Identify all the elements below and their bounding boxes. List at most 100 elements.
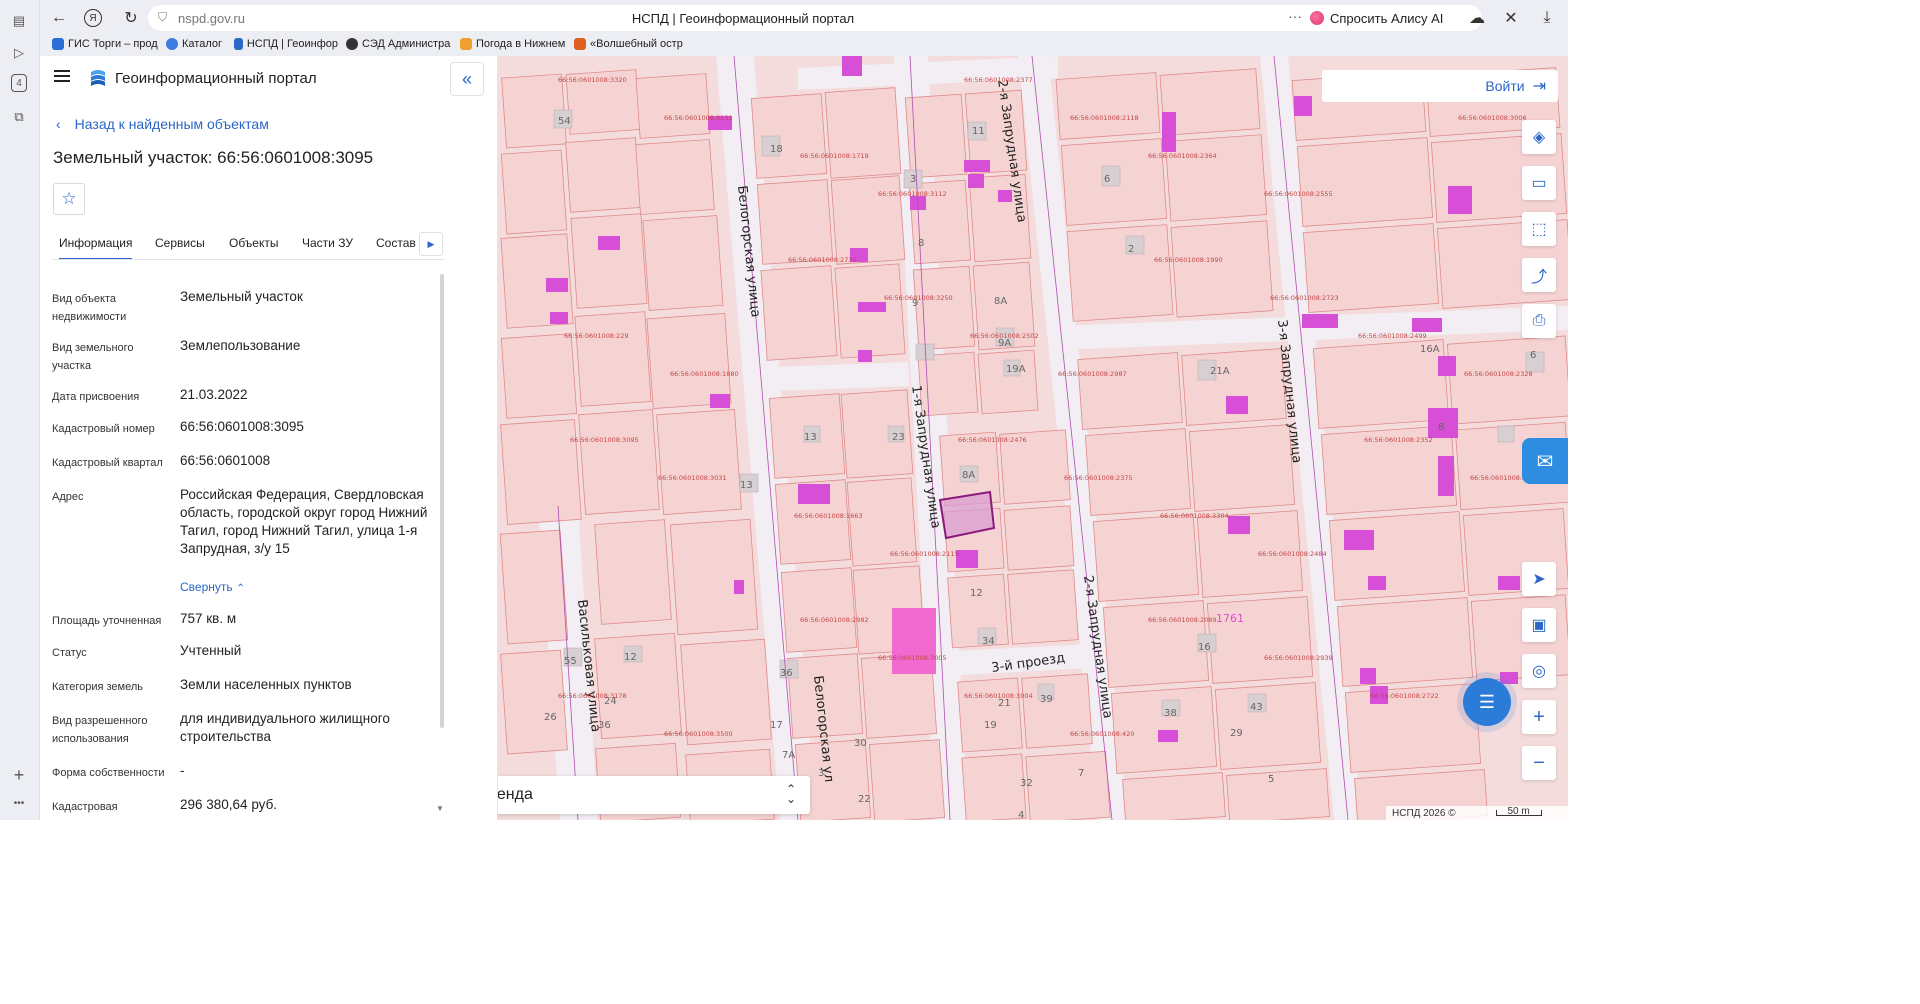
login-button[interactable]: Войти ⇥ bbox=[1322, 70, 1558, 102]
favorite-button[interactable]: ☆ bbox=[53, 183, 85, 215]
assistant-badge-icon[interactable]: ✉ bbox=[1522, 438, 1568, 484]
back-arrow-icon[interactable]: ← bbox=[48, 7, 70, 29]
property-value: Учтенный bbox=[180, 643, 242, 658]
property-key: Дата присвоения bbox=[52, 391, 140, 403]
property-value: - bbox=[180, 763, 185, 778]
ruler-icon[interactable]: ▭ bbox=[1522, 166, 1556, 200]
tab-counter[interactable]: 4 bbox=[11, 74, 27, 92]
back-link[interactable]: ‹ Назад к найденным объектам bbox=[56, 116, 269, 132]
house-number: 6 bbox=[1104, 174, 1110, 185]
tab-objects[interactable]: Объекты bbox=[229, 236, 279, 250]
chevron-left-icon: ‹ bbox=[56, 116, 61, 132]
house-number: 18 bbox=[770, 144, 783, 155]
print-icon[interactable]: ⎙ bbox=[1522, 304, 1556, 338]
double-chevron-left-icon: « bbox=[461, 68, 472, 89]
reload-icon[interactable]: ↻ bbox=[120, 7, 142, 29]
more-icon[interactable]: ••• bbox=[8, 792, 30, 814]
bookmark-item[interactable]: «Волшебный остр bbox=[574, 38, 690, 50]
bookmark-item[interactable]: СЭД Администра bbox=[346, 38, 452, 50]
back-label: Назад к найденным объектам bbox=[74, 116, 269, 132]
house-number: 12 bbox=[624, 652, 637, 663]
tab-composition[interactable]: Состав bbox=[376, 236, 416, 250]
house-number: 8 bbox=[1438, 422, 1444, 433]
bookmark-item[interactable]: Каталог bbox=[166, 38, 230, 50]
scroll-down-icon[interactable]: ▼ bbox=[436, 804, 444, 813]
tab-info[interactable]: Информация bbox=[59, 236, 133, 259]
house-number: 36 bbox=[598, 720, 611, 731]
tabs-next-button[interactable]: ▶ bbox=[419, 232, 443, 256]
bookmark-item[interactable]: ГИС Торги – прод bbox=[52, 38, 160, 50]
extension-icon[interactable]: ✕ bbox=[1500, 7, 1522, 29]
login-icon: ⇥ bbox=[1532, 78, 1546, 95]
tab-parts[interactable]: Части ЗУ bbox=[302, 236, 353, 250]
alice-button[interactable]: Спросить Алису AI bbox=[1302, 5, 1482, 31]
parcel-label: 66:56:0601008:420 bbox=[1070, 730, 1134, 738]
property-key: Статус bbox=[52, 647, 87, 659]
house-number: 13 bbox=[804, 432, 817, 443]
house-number: 8 bbox=[918, 238, 924, 249]
bookmark-item[interactable]: НСПД | Геоинфор bbox=[234, 38, 338, 50]
parcel-label: 66:56:0601008:1719 bbox=[800, 152, 869, 160]
download-icon[interactable]: ⤓ bbox=[1536, 7, 1558, 29]
parcel-label: 66:56:0601008:2089 bbox=[1148, 616, 1217, 624]
screenshot-icon[interactable]: ⧉ bbox=[8, 106, 30, 128]
layers-icon[interactable]: ◈ bbox=[1522, 120, 1556, 154]
bookmark-favicon bbox=[574, 38, 586, 50]
map-canvas[interactable]: Белогорская улица 1-я Запрудная улица 2-… bbox=[498, 56, 1568, 820]
parcel-label: 66:56:0601008:229 bbox=[564, 332, 628, 340]
chat-button[interactable]: ☰ bbox=[1452, 672, 1522, 732]
parcel-label: 66:56:0601008:3006 bbox=[1458, 114, 1527, 122]
portal-title: Геоинформационный портал bbox=[115, 70, 317, 87]
parcel-label: 66:56:0601008:2476 bbox=[958, 436, 1027, 444]
parcel-label: 66:56:0601008:2118 bbox=[1070, 114, 1139, 122]
panel-scrollbar[interactable] bbox=[440, 274, 444, 728]
parcel-label: 66:56:0601008:2375 bbox=[1064, 474, 1133, 482]
share-icon[interactable]: ⤴ bbox=[1522, 258, 1556, 292]
tabs-icon[interactable]: ▤ bbox=[8, 10, 30, 32]
collapse-panel-button[interactable]: « bbox=[450, 62, 484, 96]
parcel-label: 66:56:0601008:2377 bbox=[964, 76, 1033, 84]
add-icon[interactable]: + bbox=[8, 764, 30, 786]
house-number: 17 bbox=[770, 720, 783, 731]
collapse-link[interactable]: Свернуть ⌃ bbox=[180, 578, 430, 598]
house-number: 2 bbox=[1128, 244, 1134, 255]
house-number: 39 bbox=[1040, 694, 1053, 705]
play-icon[interactable]: ▷ bbox=[8, 42, 30, 64]
select-area-icon[interactable]: ⬚ bbox=[1522, 212, 1556, 246]
scale-bar: 50 m bbox=[1495, 807, 1542, 817]
parcel-label: 66:56:0601008:2723 bbox=[1270, 294, 1339, 302]
property-key: Кадастровая стоимость bbox=[52, 801, 118, 820]
property-key: Вид земельного участка bbox=[52, 342, 134, 372]
menu-icon[interactable] bbox=[54, 70, 70, 84]
house-number: 26 bbox=[544, 712, 557, 723]
parcel-label: 66:56:0601008:1990 bbox=[1154, 256, 1223, 264]
navigate-icon[interactable]: ➤ bbox=[1522, 562, 1556, 596]
star-icon: ☆ bbox=[61, 189, 77, 208]
house-number: 55 bbox=[564, 656, 577, 667]
property-value: 757 кв. м bbox=[180, 611, 237, 626]
expand-icon: ⌃ ⌄ bbox=[785, 782, 796, 806]
parcel-label: 66:56:0601008:2555 bbox=[1264, 190, 1333, 198]
locate-icon[interactable]: ◎ bbox=[1522, 654, 1556, 688]
house-number: 38 bbox=[1164, 708, 1177, 719]
object-tabs: Информация Сервисы Объекты Части ЗУ Сост… bbox=[53, 230, 445, 260]
yandex-icon[interactable]: Я bbox=[84, 9, 102, 27]
parcel-label: 66:56:0601008:2499 bbox=[1358, 332, 1427, 340]
legend-panel[interactable]: Легенда ⌃ ⌄ bbox=[458, 776, 810, 814]
zoom-in-button[interactable]: + bbox=[1522, 700, 1556, 734]
house-number: 23 bbox=[892, 432, 905, 443]
address-bar[interactable]: ⛉ nspd.gov.ru НСПД | Геоинформационный п… bbox=[148, 5, 1338, 31]
parcel-label: 66:56:0601008:3031 bbox=[658, 474, 727, 482]
bookmark-item[interactable]: Погода в Нижнем bbox=[460, 38, 566, 50]
property-key: Категория земель bbox=[52, 681, 143, 693]
zoom-out-button[interactable]: − bbox=[1522, 746, 1556, 780]
house-number: 6 bbox=[1530, 350, 1536, 361]
house-number: 22 bbox=[858, 794, 871, 805]
tab-services[interactable]: Сервисы bbox=[155, 236, 205, 250]
more-icon[interactable]: ··· bbox=[1288, 8, 1302, 24]
property-value: 66:56:0601008 bbox=[180, 453, 271, 468]
parcel-label: 66:56:0601008:1663 bbox=[794, 512, 863, 520]
minimap-icon[interactable]: ▣ bbox=[1522, 608, 1556, 642]
cloud-icon[interactable]: ☁ bbox=[1466, 7, 1488, 29]
chevron-right-icon: ▶ bbox=[427, 238, 435, 249]
